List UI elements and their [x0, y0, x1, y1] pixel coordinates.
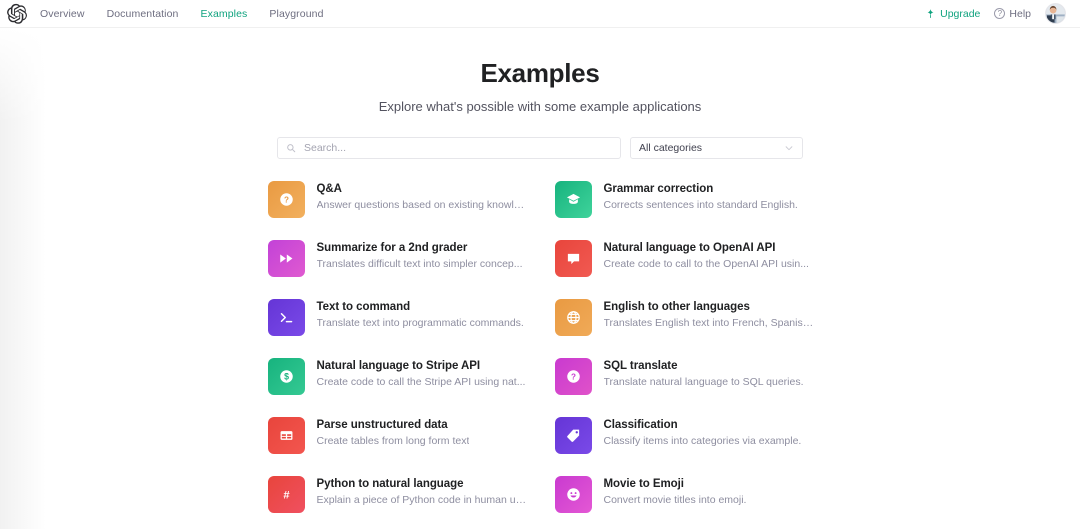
nav-links: Overview Documentation Examples Playgrou… — [40, 8, 324, 20]
example-card[interactable]: Summarize for a 2nd grader Translates dif… — [268, 240, 527, 277]
example-card-title: Python to natural language — [317, 478, 527, 490]
example-card-title: Natural language to Stripe API — [317, 360, 526, 372]
question-mark-icon: ? — [555, 358, 592, 395]
chat-bubble-icon — [555, 240, 592, 277]
example-card-description: Translate natural language to SQL querie… — [604, 376, 804, 388]
example-card-title: Classification — [604, 419, 802, 431]
table-icon — [268, 417, 305, 454]
example-card-description: Classify items into categories via examp… — [604, 435, 802, 447]
nav-link-overview[interactable]: Overview — [40, 8, 85, 20]
page-title: Examples — [0, 58, 1080, 89]
filters-row: All categories — [0, 137, 1080, 159]
example-card-description: Convert movie titles into emoji. — [604, 494, 747, 506]
svg-text:?: ? — [571, 372, 576, 381]
question-circle-icon: ? — [994, 8, 1005, 19]
tag-icon — [555, 417, 592, 454]
example-card-title: Parse unstructured data — [317, 419, 470, 431]
example-card-title: Grammar correction — [604, 183, 798, 195]
example-card[interactable]: # Python to natural language Explain a pie… — [268, 476, 527, 513]
chevron-down-icon — [784, 143, 794, 153]
nav-right-group: Upgrade ? Help — [925, 3, 1066, 24]
examples-grid: ? Q&A Answer questions based on existing k… — [268, 181, 813, 513]
example-card[interactable]: $ Natural language to Stripe API Create co… — [268, 358, 527, 395]
example-card[interactable]: ? SQL translate Translate natural language… — [555, 358, 814, 395]
page-subtitle: Explore what's possible with some exampl… — [0, 99, 1080, 114]
sparkle-icon — [925, 8, 936, 19]
search-input[interactable] — [302, 141, 612, 155]
example-card-description: Create tables from long form text — [317, 435, 470, 447]
nav-link-examples[interactable]: Examples — [201, 8, 248, 20]
example-card-text: Parse unstructured data Create tables fro… — [317, 417, 470, 447]
example-card-title: Q&A — [317, 183, 527, 195]
example-card-description: Corrects sentences into standard English… — [604, 199, 798, 211]
terminal-icon — [268, 299, 305, 336]
top-navigation-bar: Overview Documentation Examples Playgrou… — [0, 0, 1080, 28]
example-card-title: SQL translate — [604, 360, 804, 372]
category-select[interactable]: All categories — [630, 137, 803, 159]
upgrade-button[interactable]: Upgrade — [925, 8, 980, 20]
example-card[interactable]: Parse unstructured data Create tables fro… — [268, 417, 527, 454]
example-card-description: Translate text into programmatic command… — [317, 317, 524, 329]
svg-text:#: # — [283, 490, 290, 502]
example-card-text: Movie to Emoji Convert movie titles into … — [604, 476, 747, 506]
example-card-text: Natural language to Stripe API Create cod… — [317, 358, 526, 388]
example-card-description: Create code to call to the OpenAI API us… — [604, 258, 809, 270]
example-card[interactable]: Text to command Translate text into progr… — [268, 299, 527, 336]
example-card[interactable]: Movie to Emoji Convert movie titles into … — [555, 476, 814, 513]
dollar-circle-icon: $ — [268, 358, 305, 395]
example-card[interactable]: Natural language to OpenAI API Create cod… — [555, 240, 814, 277]
help-button[interactable]: ? Help — [994, 8, 1031, 20]
example-card-text: Natural language to OpenAI API Create cod… — [604, 240, 809, 270]
user-avatar[interactable] — [1045, 3, 1066, 24]
example-card-title: Natural language to OpenAI API — [604, 242, 809, 254]
hash-icon: # — [268, 476, 305, 513]
example-card-title: Text to command — [317, 301, 524, 313]
example-card[interactable]: ? Q&A Answer questions based on existing k… — [268, 181, 527, 218]
openai-logo-icon[interactable] — [6, 3, 28, 25]
search-box[interactable] — [277, 137, 621, 159]
example-card-description: Create code to call the Stripe API using… — [317, 376, 526, 388]
example-card-description: Answer questions based on existing knowl… — [317, 199, 527, 211]
example-card-description: Translates difficult text into simpler c… — [317, 258, 523, 270]
globe-icon — [555, 299, 592, 336]
example-card-text: Grammar correction Corrects sentences int… — [604, 181, 798, 211]
example-card-title: Movie to Emoji — [604, 478, 747, 490]
example-card-title: Summarize for a 2nd grader — [317, 242, 523, 254]
example-card[interactable]: Classification Classify items into catego… — [555, 417, 814, 454]
upgrade-label: Upgrade — [940, 8, 980, 20]
svg-text:$: $ — [284, 372, 289, 382]
example-card[interactable]: Grammar correction Corrects sentences int… — [555, 181, 814, 218]
example-card-text: Python to natural language Explain a piec… — [317, 476, 527, 506]
example-card-text: English to other languages Translates Eng… — [604, 299, 814, 329]
example-card-text: Q&A Answer questions based on existing kn… — [317, 181, 527, 211]
example-card-text: Text to command Translate text into progr… — [317, 299, 524, 329]
svg-text:?: ? — [284, 195, 289, 204]
example-card-text: Classification Classify items into catego… — [604, 417, 802, 447]
example-card-description: Explain a piece of Python code in human … — [317, 494, 527, 506]
example-card-text: Summarize for a 2nd grader Translates dif… — [317, 240, 523, 270]
category-select-value: All categories — [639, 142, 702, 154]
example-card-title: English to other languages — [604, 301, 814, 313]
nav-link-documentation[interactable]: Documentation — [107, 8, 179, 20]
graduation-cap-icon — [555, 181, 592, 218]
smiley-icon — [555, 476, 592, 513]
avatar-photo — [1046, 4, 1065, 23]
page-content: Examples Explore what's possible with so… — [0, 28, 1080, 513]
search-icon — [286, 143, 296, 153]
example-card[interactable]: English to other languages Translates Eng… — [555, 299, 814, 336]
example-card-text: SQL translate Translate natural language … — [604, 358, 804, 388]
fast-forward-icon — [268, 240, 305, 277]
example-card-description: Translates English text into French, Spa… — [604, 317, 814, 329]
question-mark-icon: ? — [268, 181, 305, 218]
nav-link-playground[interactable]: Playground — [269, 8, 323, 20]
help-label: Help — [1009, 8, 1031, 20]
